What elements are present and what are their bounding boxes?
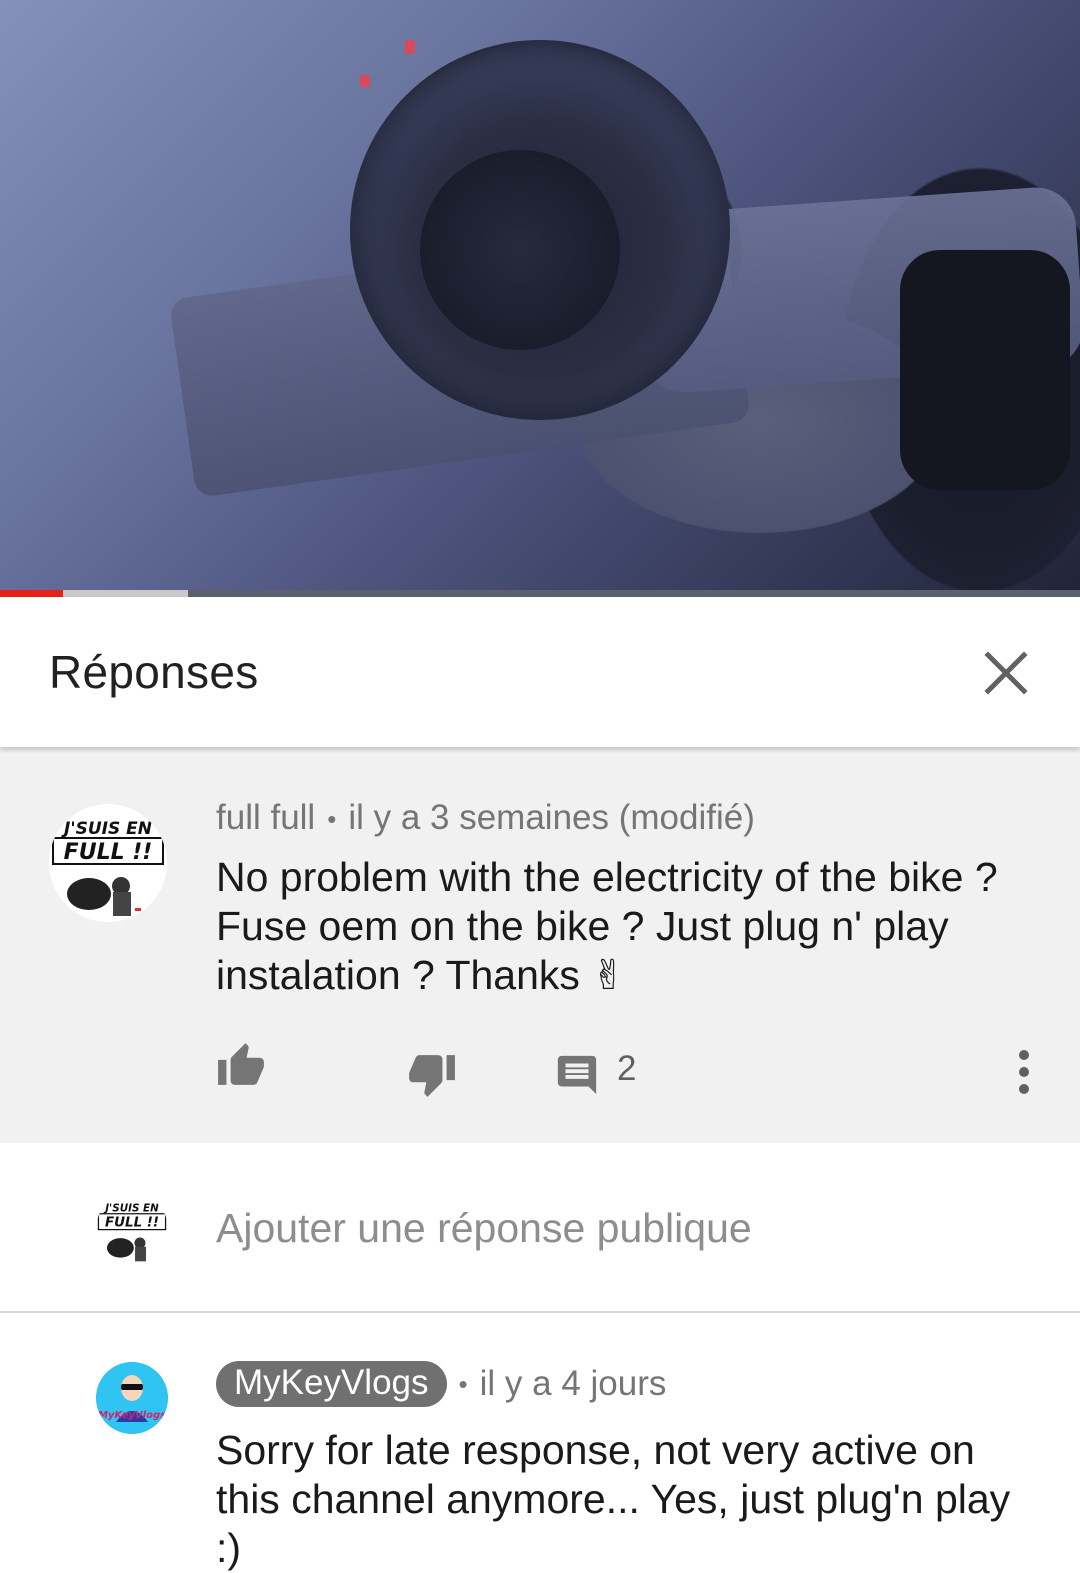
reply-time[interactable]: il y a 4 jours (480, 1364, 667, 1403)
replies-header: Réponses (0, 597, 1080, 747)
channel-avatar-jsuis-en-full: J'SUIS EN FULL !! (96, 1193, 168, 1265)
comment-icon[interactable] (554, 1052, 600, 1098)
progress-bar-played[interactable] (0, 590, 63, 597)
video-frame-shadow (900, 250, 1070, 490)
video-player[interactable] (0, 0, 1080, 597)
reply-meta: MyKeyVlogs • il y a 4 jours (216, 1361, 666, 1407)
thumb-down-icon[interactable] (407, 1053, 457, 1099)
svg-text:FULL !!: FULL !! (105, 1216, 159, 1231)
comment-time[interactable]: il y a 3 semaines (modifié) (348, 798, 755, 837)
svg-text:MyKeyVlogs: MyKeyVlogs (98, 1410, 166, 1421)
reply-input[interactable]: Ajouter une réponse publique (216, 1203, 1016, 1253)
video-frame-connector (405, 40, 415, 54)
reply-author-badge[interactable]: MyKeyVlogs (216, 1361, 447, 1407)
parent-comment: J'SUIS EN FULL !! full full • il y a 3 sem… (0, 747, 1080, 1143)
reply-comment: MyKeyVlogs MyKeyVlogs • il y a 4 jours Sor… (0, 1313, 1080, 1571)
svg-text:J'SUIS EN: J'SUIS EN (61, 819, 152, 839)
close-icon[interactable] (976, 643, 1036, 703)
svg-text:J'SUIS EN: J'SUIS EN (103, 1202, 159, 1214)
channel-avatar-jsuis-en-full[interactable]: J'SUIS EN FULL !! (49, 804, 167, 922)
reply-input-row: J'SUIS EN FULL !! Ajouter une réponse pu… (0, 1143, 1080, 1313)
comment-text: No problem with the electricity of the b… (216, 854, 998, 998)
more-vert-icon[interactable] (1010, 1047, 1038, 1097)
panel-title: Réponses (49, 646, 259, 698)
thumb-up-icon[interactable] (216, 1041, 266, 1087)
channel-avatar-mykeyvlogs[interactable]: MyKeyVlogs (96, 1362, 168, 1434)
reply-count[interactable]: 2 (617, 1049, 636, 1089)
reply-text: Sorry for late response, not very active… (216, 1427, 1011, 1571)
video-frame-horn-center (420, 150, 620, 350)
comment-meta: full full • il y a 3 semaines (modifié) (216, 798, 755, 838)
meta-separator: • (327, 804, 337, 835)
meta-separator: • (458, 1368, 468, 1399)
comment-author[interactable]: full full (216, 798, 315, 837)
video-frame-connector-2 (360, 75, 370, 87)
svg-text:FULL !!: FULL !! (64, 840, 153, 865)
